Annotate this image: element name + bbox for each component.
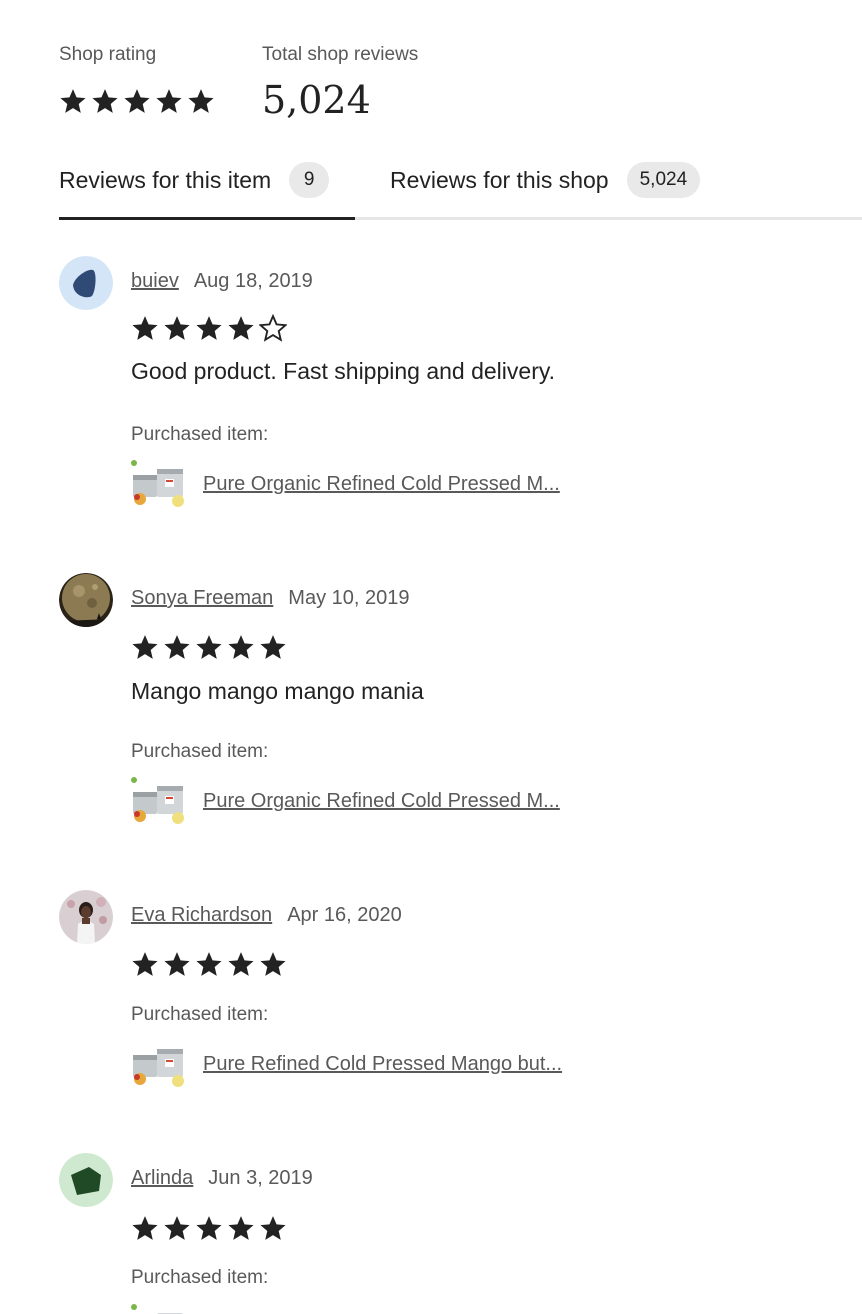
- purchased-item-link[interactable]: Pure Organic Refined Cold Pressed M...: [203, 473, 560, 496]
- purchased-item-label: Purchased item:: [131, 424, 269, 445]
- star-empty-icon: [259, 315, 287, 341]
- star-filled-icon: [124, 89, 150, 113]
- review-date: Jun 3, 2019: [208, 1167, 313, 1189]
- star-filled-icon: [60, 89, 86, 113]
- star-filled-icon: [196, 952, 222, 976]
- review-item: Arlinda Jun 3, 2019 Purchased item:: [59, 1153, 849, 1314]
- tab-label: Reviews for this item: [59, 167, 272, 193]
- star-filled-icon: [228, 952, 254, 976]
- star-filled-icon: [196, 1216, 222, 1240]
- review-meta: Eva Richardson Apr 16, 2020: [131, 904, 402, 927]
- review-item: Sonya Freeman May 10, 2019 Mango mango m…: [59, 573, 849, 833]
- review-rating-stars: [131, 633, 287, 661]
- review-item: buiev Aug 18, 2019 Good product. Fast sh…: [59, 256, 849, 516]
- star-filled-icon: [132, 1216, 158, 1240]
- product-thumbnail-icon[interactable]: [131, 1037, 185, 1091]
- avatar-green-shape-icon: [59, 1153, 113, 1207]
- reviewer-name-link[interactable]: Sonya Freeman: [131, 587, 273, 610]
- review-text: Good product. Fast shipping and delivery…: [131, 358, 556, 384]
- review-rating-stars: [131, 1214, 287, 1242]
- reviewer-name-link[interactable]: Eva Richardson: [131, 904, 272, 927]
- review-meta: Arlinda Jun 3, 2019: [131, 1167, 313, 1190]
- review-meta: Sonya Freeman May 10, 2019: [131, 587, 410, 610]
- shop-rating-stars: [59, 87, 215, 115]
- review-tabs: Reviews for this item 9 Reviews for this…: [59, 160, 862, 220]
- star-filled-icon: [164, 316, 190, 340]
- star-filled-icon: [164, 952, 190, 976]
- product-thumbnail-icon[interactable]: [131, 1301, 185, 1314]
- star-filled-icon: [196, 635, 222, 659]
- review-item: Eva Richardson Apr 16, 2020 Purchased it…: [59, 890, 849, 1091]
- star-filled-icon: [164, 1216, 190, 1240]
- star-filled-icon: [260, 952, 286, 976]
- purchased-item-link[interactable]: Pure Organic Refined Cold Pressed M...: [203, 790, 560, 813]
- purchased-item-label: Purchased item:: [131, 1267, 269, 1288]
- reviewer-name-link[interactable]: buiev: [131, 270, 179, 293]
- avatar-blue-shape-icon: [59, 256, 113, 310]
- reviewer-name-link[interactable]: Arlinda: [131, 1167, 193, 1190]
- star-filled-icon: [196, 316, 222, 340]
- review-date: Apr 16, 2020: [287, 904, 402, 926]
- star-filled-icon: [228, 635, 254, 659]
- purchased-item-label: Purchased item:: [131, 1004, 269, 1025]
- purchased-item: Pure Organic Refined Cold Pressed M...: [131, 774, 560, 828]
- total-reviews-value: 5,024: [262, 78, 371, 122]
- tab-reviews-for-shop[interactable]: Reviews for this shop 5,024: [390, 160, 701, 218]
- avatar[interactable]: [59, 890, 113, 944]
- star-filled-icon: [260, 635, 286, 659]
- review-meta: buiev Aug 18, 2019: [131, 270, 313, 293]
- star-filled-icon: [132, 952, 158, 976]
- purchased-item-link[interactable]: Pure Refined Cold Pressed Mango but...: [203, 1053, 562, 1076]
- total-reviews-label: Total shop reviews: [262, 44, 419, 65]
- purchased-item-label: Purchased item:: [131, 741, 269, 762]
- purchased-item: Pure Organic Refined Cold Pressed M...: [131, 457, 560, 511]
- star-filled-icon: [188, 89, 214, 113]
- avatar-person-photo-icon: [59, 890, 113, 944]
- avatar[interactable]: [59, 256, 113, 310]
- tab-count-badge: 5,024: [626, 162, 701, 198]
- product-thumbnail-icon[interactable]: [131, 774, 185, 828]
- star-filled-icon: [92, 89, 118, 113]
- review-date: May 10, 2019: [288, 587, 410, 609]
- tab-count-badge: 9: [289, 162, 330, 198]
- tab-reviews-for-item[interactable]: Reviews for this item 9: [59, 160, 330, 218]
- shop-rating-label: Shop rating: [59, 44, 157, 65]
- avatar[interactable]: [59, 1153, 113, 1207]
- purchased-item: Pure Refined Cold Pressed Mango but...: [131, 1037, 562, 1091]
- product-thumbnail-icon[interactable]: [131, 457, 185, 511]
- review-rating-stars: [131, 314, 287, 342]
- star-filled-icon: [156, 89, 182, 113]
- star-filled-icon: [228, 316, 254, 340]
- tab-label: Reviews for this shop: [390, 167, 609, 193]
- star-filled-icon: [164, 635, 190, 659]
- purchased-item: [131, 1301, 185, 1314]
- star-filled-icon: [132, 316, 158, 340]
- review-rating-stars: [131, 950, 287, 978]
- review-date: Aug 18, 2019: [193, 270, 313, 292]
- avatar[interactable]: [59, 573, 113, 627]
- star-filled-icon: [132, 635, 158, 659]
- star-filled-icon: [260, 1216, 286, 1240]
- avatar-moon-photo-icon: [59, 573, 113, 627]
- star-filled-icon: [228, 1216, 254, 1240]
- review-text: Mango mango mango mania: [131, 678, 424, 704]
